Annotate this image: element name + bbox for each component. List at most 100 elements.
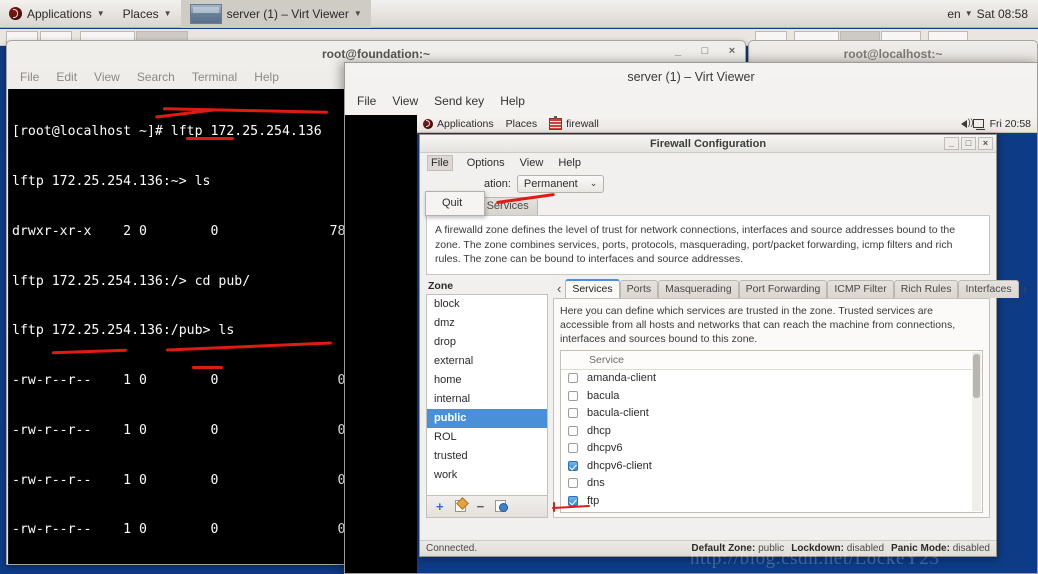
close-button[interactable]: × (725, 45, 739, 57)
service-row[interactable]: bacula (561, 387, 982, 405)
service-row[interactable]: amanda-client (561, 370, 982, 388)
zone-item-home[interactable]: home (427, 371, 547, 390)
tab-detail-masquerading[interactable]: Masquerading (658, 279, 739, 298)
zone-item-work[interactable]: work (427, 466, 547, 485)
edit-zone-icon[interactable] (454, 500, 466, 512)
services-column-header: Service (561, 350, 982, 370)
zone-item-rol[interactable]: ROL (427, 428, 547, 447)
vm-screen-letterbox (345, 115, 417, 573)
menu-item-quit[interactable]: Quit (426, 195, 484, 212)
host-places-menu[interactable]: Places ▼ (114, 0, 181, 28)
firewall-menu-help[interactable]: Help (558, 157, 581, 169)
vv-menu-help[interactable]: Help (500, 94, 525, 108)
vm-clock[interactable]: Fri 20:58 (990, 118, 1031, 130)
vm-window-button-firewall[interactable]: firewall (543, 115, 605, 130)
host-top-panel: Applications ▼ Places ▼ server (1) – Vir… (0, 0, 1038, 28)
vm-screen[interactable]: Applications Places firewall Fri 20:58 (345, 115, 1037, 573)
menu-help[interactable]: Help (254, 70, 279, 84)
fedora-logo-icon (423, 118, 433, 129)
configuration-select[interactable]: Permanent ⌄ (516, 174, 605, 193)
vm-applications-menu[interactable]: Applications (417, 118, 500, 130)
load-zone-defaults-icon[interactable] (495, 500, 509, 512)
tab-services[interactable]: Services (477, 197, 538, 215)
tab-scroll-left-icon[interactable]: ‹ (553, 281, 565, 298)
service-row[interactable]: bacula-client (561, 405, 982, 423)
vm-top-panel: Applications Places firewall Fri 20:58 (417, 115, 1037, 133)
vm-window-label: firewall (566, 117, 599, 130)
tab-detail-icmp-filter[interactable]: ICMP Filter (827, 279, 894, 298)
firewall-minimize-button[interactable]: _ (944, 137, 959, 150)
firewall-menu-view[interactable]: View (520, 157, 544, 169)
service-row[interactable]: dns (561, 475, 982, 493)
host-window-menu[interactable]: server (1) – Virt Viewer ▼ (180, 0, 371, 28)
menu-view[interactable]: View (94, 70, 120, 84)
chevron-down-icon: ▼ (96, 8, 105, 18)
services-scrollbar[interactable] (972, 351, 981, 511)
service-row[interactable]: ftp (561, 492, 982, 510)
service-checkbox-dhcpv6[interactable] (568, 443, 578, 454)
tab-detail-port-forwarding[interactable]: Port Forwarding (738, 279, 828, 298)
services-scrollbar-thumb[interactable] (973, 353, 980, 398)
service-label: dhcpv6-client (587, 459, 652, 472)
zone-item-public[interactable]: public (427, 408, 547, 428)
terminal-window-controls: _ □ × (671, 45, 739, 57)
tab-detail-services[interactable]: Services (565, 278, 620, 298)
remove-zone-icon[interactable]: − (477, 500, 485, 513)
volume-icon[interactable] (960, 117, 974, 128)
maximize-button[interactable]: □ (698, 45, 712, 57)
background-terminal-title: root@localhost:~ (843, 46, 943, 61)
service-checkbox-dhcp[interactable] (568, 425, 578, 436)
configuration-row: ation: Permanent ⌄ (420, 172, 996, 195)
service-row[interactable]: dhcpv6 (561, 440, 982, 458)
configuration-select-value: Permanent (523, 177, 578, 190)
panic-value: disabled (952, 543, 990, 554)
firewall-menu-file[interactable]: File (427, 154, 453, 171)
zone-item-block[interactable]: block (427, 295, 547, 314)
tab-scroll-right-icon[interactable]: › (1019, 281, 1031, 298)
services-panel: Here you can define which services are t… (553, 297, 990, 518)
service-checkbox-bacula-client[interactable] (568, 408, 578, 419)
firewall-maximize-button[interactable]: □ (961, 137, 976, 150)
zone-list[interactable]: block dmz drop external home internal pu… (426, 293, 548, 496)
service-label: bacula-client (587, 407, 649, 420)
vv-menu-view[interactable]: View (392, 94, 418, 108)
service-checkbox-ftp[interactable] (568, 495, 578, 506)
zone-item-dmz[interactable]: dmz (427, 314, 547, 333)
tab-detail-interfaces[interactable]: Interfaces (958, 279, 1019, 298)
host-clock[interactable]: Sat 08:58 (977, 7, 1028, 21)
menu-terminal[interactable]: Terminal (192, 70, 237, 84)
host-applications-label: Applications (27, 6, 92, 21)
service-checkbox-dhcpv6-client[interactable] (568, 460, 578, 471)
menu-search[interactable]: Search (137, 70, 175, 84)
keyboard-layout-indicator[interactable]: en (947, 7, 960, 21)
service-checkbox-dns[interactable] (568, 478, 578, 489)
service-row[interactable]: dhcpv6-client (561, 457, 982, 475)
network-icon[interactable] (972, 119, 985, 130)
zone-item-internal[interactable]: internal (427, 390, 547, 409)
vv-menu-sendkey[interactable]: Send key (434, 94, 484, 108)
service-row[interactable]: dhcp (561, 422, 982, 440)
service-checkbox-amanda-client[interactable] (568, 373, 578, 384)
services-list[interactable]: Service amanda-client bacula bacula-clie… (560, 349, 983, 513)
service-checkbox-bacula[interactable] (568, 390, 578, 401)
menu-edit[interactable]: Edit (56, 70, 77, 84)
virt-viewer-thumbnail-icon (189, 3, 222, 24)
menu-file[interactable]: File (20, 70, 39, 84)
host-applications-menu[interactable]: Applications ▼ (0, 0, 114, 28)
zone-item-external[interactable]: external (427, 352, 547, 371)
firewall-configuration-window: Firewall Configuration _ □ × File Option… (419, 134, 1027, 557)
vm-places-menu[interactable]: Places (500, 118, 544, 130)
firewall-menu-options[interactable]: Options (467, 157, 505, 169)
tab-detail-ports[interactable]: Ports (619, 279, 659, 298)
minimize-button[interactable]: _ (671, 45, 685, 57)
vv-menu-file[interactable]: File (357, 94, 376, 108)
virt-viewer-title: server (1) – Virt Viewer (627, 70, 755, 84)
fedora-logo-icon (9, 7, 22, 20)
add-zone-icon[interactable]: + (436, 500, 444, 513)
zone-item-trusted[interactable]: trusted (427, 447, 547, 466)
firewall-close-button[interactable]: × (978, 137, 993, 150)
vm-applications-label: Applications (437, 117, 494, 130)
firewall-main-area: Zone block dmz drop external home intern… (420, 275, 1027, 518)
tab-detail-rich-rules[interactable]: Rich Rules (893, 279, 959, 298)
zone-item-drop[interactable]: drop (427, 333, 547, 352)
